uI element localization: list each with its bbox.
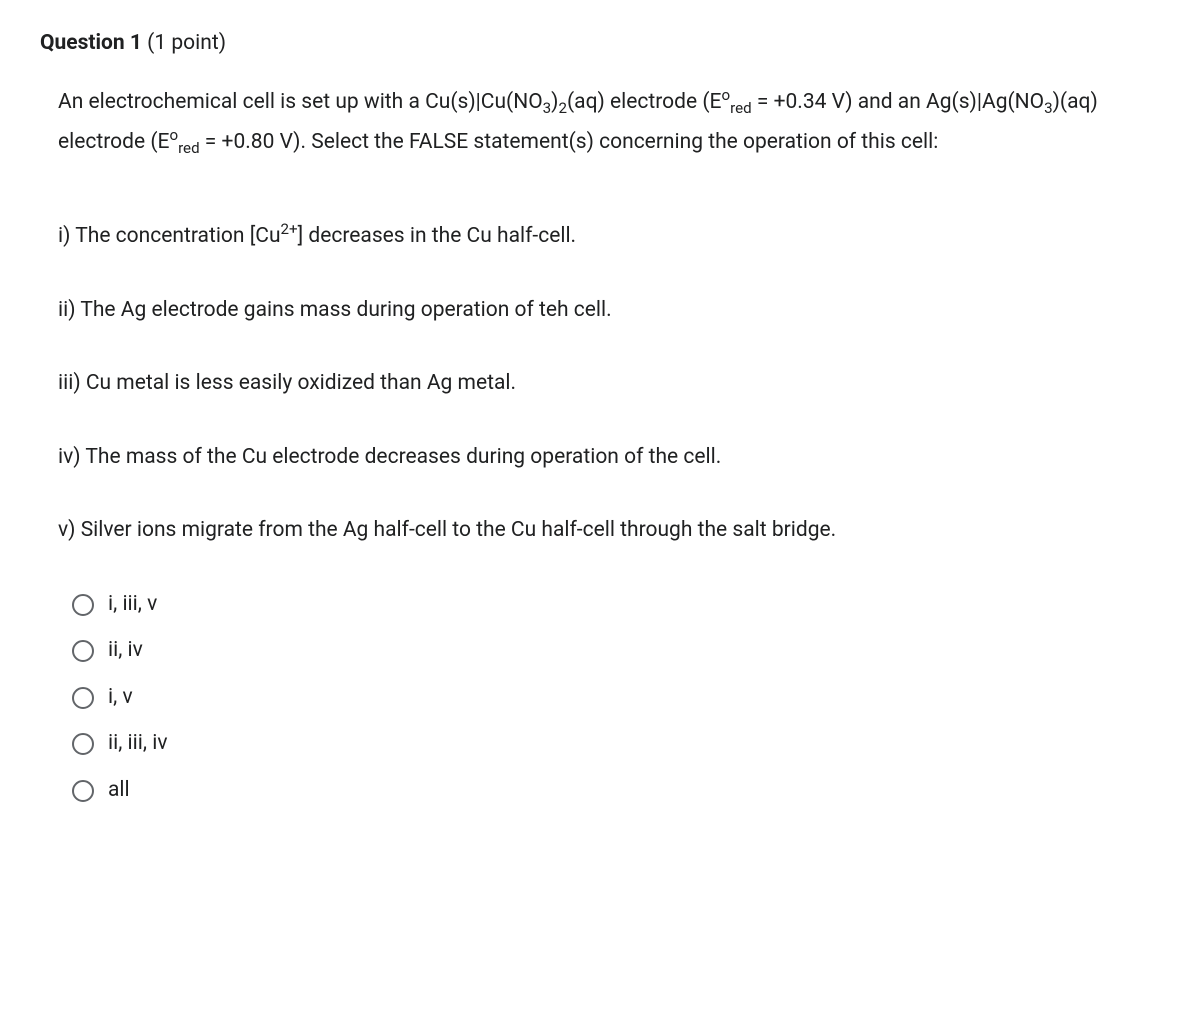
radio-button[interactable] bbox=[72, 640, 94, 662]
question-body: An electrochemical cell is set up with a… bbox=[40, 82, 1160, 807]
option-label: i, v bbox=[108, 682, 133, 714]
prompt-sub: 2 bbox=[558, 99, 567, 117]
statement-sup: 2+ bbox=[281, 220, 298, 238]
statement-list: i) The concentration [Cu2+] decreases in… bbox=[58, 221, 1160, 547]
statement-text: i) The concentration [Cu bbox=[58, 224, 281, 248]
question-points: (1 point) bbox=[142, 31, 226, 55]
statement-text: ] decreases in the Cu half-cell. bbox=[298, 224, 576, 248]
prompt-sup: o bbox=[721, 86, 730, 104]
option-row[interactable]: i, iii, v bbox=[72, 589, 1160, 621]
question-number: Question 1 bbox=[40, 31, 142, 55]
option-label: ii, iv bbox=[108, 635, 143, 667]
prompt-sub: 3 bbox=[1044, 99, 1053, 117]
radio-button[interactable] bbox=[72, 780, 94, 802]
question-header: Question 1 (1 point) bbox=[40, 28, 1160, 60]
prompt-sub: red bbox=[730, 99, 752, 117]
statement-iv: iv) The mass of the Cu electrode decreas… bbox=[58, 442, 1160, 474]
statement-i: i) The concentration [Cu2+] decreases in… bbox=[58, 221, 1160, 253]
prompt-sub: red bbox=[178, 140, 200, 158]
option-row[interactable]: all bbox=[72, 775, 1160, 807]
prompt-sup: o bbox=[169, 126, 178, 144]
radio-button[interactable] bbox=[72, 687, 94, 709]
radio-button[interactable] bbox=[72, 594, 94, 616]
option-row[interactable]: i, v bbox=[72, 682, 1160, 714]
prompt-sub: 3 bbox=[543, 99, 552, 117]
statement-iii: iii) Cu metal is less easily oxidized th… bbox=[58, 368, 1160, 400]
prompt-text: (aq) electrode (E bbox=[567, 90, 722, 114]
option-label: i, iii, v bbox=[108, 589, 157, 621]
option-label: all bbox=[108, 775, 130, 807]
prompt-text: = +0.80 V). Select the FALSE statement(s… bbox=[200, 130, 939, 154]
question-prompt: An electrochemical cell is set up with a… bbox=[58, 82, 1160, 164]
prompt-text: An electrochemical cell is set up with a… bbox=[58, 90, 543, 114]
prompt-text: = +0.34 V) and an Ag(s)|Ag(NO bbox=[752, 90, 1044, 114]
option-row[interactable]: ii, iv bbox=[72, 635, 1160, 667]
option-label: ii, iii, iv bbox=[108, 728, 168, 760]
answer-options: i, iii, v ii, iv i, v ii, iii, iv all bbox=[58, 589, 1160, 807]
statement-v: v) Silver ions migrate from the Ag half-… bbox=[58, 515, 1160, 547]
radio-button[interactable] bbox=[72, 733, 94, 755]
option-row[interactable]: ii, iii, iv bbox=[72, 728, 1160, 760]
statement-ii: ii) The Ag electrode gains mass during o… bbox=[58, 295, 1160, 327]
